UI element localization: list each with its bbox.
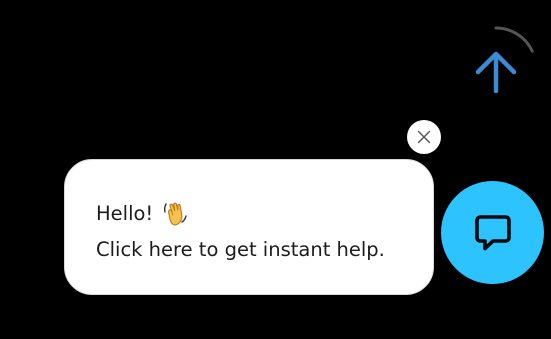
- waving-hand-icon: [162, 200, 188, 228]
- greeting-line-1: Hello!: [96, 196, 413, 232]
- greeting-line-2: Click here to get instant help.: [96, 238, 385, 261]
- close-icon: [417, 130, 431, 144]
- arrow-up-icon: [475, 51, 517, 94]
- greeting-hello-text: Hello!: [96, 202, 154, 225]
- greeting-bubble[interactable]: Hello! Click here to get instant help.: [64, 159, 434, 295]
- scroll-to-top-button[interactable]: [452, 24, 540, 112]
- scroll-progress-ring: [454, 26, 538, 110]
- close-greeting-button[interactable]: [407, 120, 441, 154]
- open-chat-button[interactable]: [441, 181, 544, 284]
- page: Hello! Click here to get instant help.: [0, 0, 551, 339]
- chat-bubble-icon: [474, 214, 511, 250]
